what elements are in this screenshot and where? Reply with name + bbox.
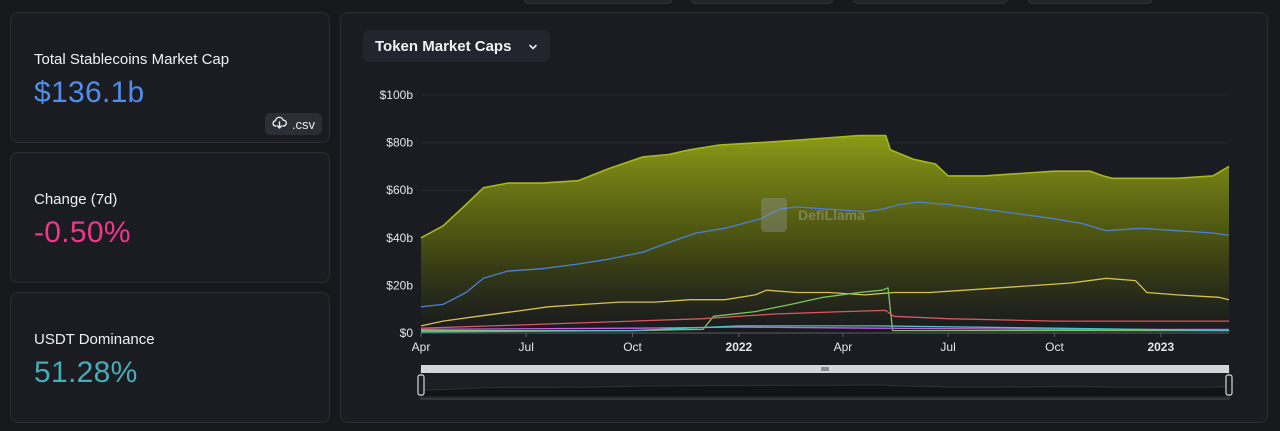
- x-tick-label: Oct: [623, 340, 642, 354]
- top-tab-3[interactable]: [852, 0, 1008, 4]
- change-7d-card: Change (7d) -0.50%: [10, 152, 330, 283]
- zoom-slider-left-handle[interactable]: [417, 374, 425, 396]
- x-tick-label: Apr: [412, 340, 431, 354]
- top-tab-1[interactable]: [523, 0, 673, 4]
- x-tick-label: Jul: [519, 340, 534, 354]
- watermark-text: DefiLlama: [798, 207, 865, 223]
- total-market-cap-value: $136.1b: [34, 76, 145, 109]
- total-market-cap-label: Total Stablecoins Market Cap: [34, 51, 230, 68]
- market-cap-chart: DefiLlama $0 $20b $40b $60b $80b $100b Apr Jul O…: [380, 88, 1233, 400]
- y-tick-label: $60b: [386, 183, 413, 197]
- x-tick-label: Jul: [940, 340, 955, 354]
- y-tick-label: $40b: [386, 231, 413, 245]
- zoom-slider[interactable]: [417, 365, 1233, 400]
- download-csv-button[interactable]: .csv: [265, 113, 322, 135]
- y-tick-label: $20b: [386, 278, 413, 292]
- y-tick-label: $80b: [386, 136, 413, 150]
- x-tick-label: 2022: [726, 340, 753, 354]
- x-tick-label: 2023: [1147, 340, 1174, 354]
- zoom-slider-grip-icon: [821, 367, 829, 371]
- y-tick-label: $0: [400, 326, 414, 340]
- stablecoins-dashboard: Total Stablecoins Market Cap $136.1b .cs…: [0, 0, 1280, 431]
- x-tick-label: Oct: [1045, 340, 1064, 354]
- top-tab-4[interactable]: [1027, 0, 1153, 4]
- top-tab-2[interactable]: [690, 0, 834, 4]
- csv-label: .csv: [291, 116, 316, 132]
- x-tick-label: Apr: [834, 340, 853, 354]
- cloud-download-icon: [272, 116, 287, 132]
- usdt-dominance-card: USDT Dominance 51.28%: [10, 292, 330, 423]
- usdt-dominance-label: USDT Dominance: [34, 331, 155, 348]
- change-7d-label: Change (7d): [34, 191, 118, 208]
- series-area-0: [421, 135, 1229, 333]
- usdt-dominance-value: 51.28%: [34, 356, 138, 389]
- zoom-slider-right-handle[interactable]: [1225, 374, 1233, 396]
- total-market-cap-card: Total Stablecoins Market Cap $136.1b .cs…: [10, 12, 330, 143]
- chart-panel: Token Market Caps DefiLlama $0 $20b $40b $6…: [340, 12, 1268, 423]
- y-tick-label: $100b: [380, 88, 414, 102]
- llama-logo-icon: [761, 198, 787, 232]
- change-7d-value: -0.50%: [34, 216, 131, 249]
